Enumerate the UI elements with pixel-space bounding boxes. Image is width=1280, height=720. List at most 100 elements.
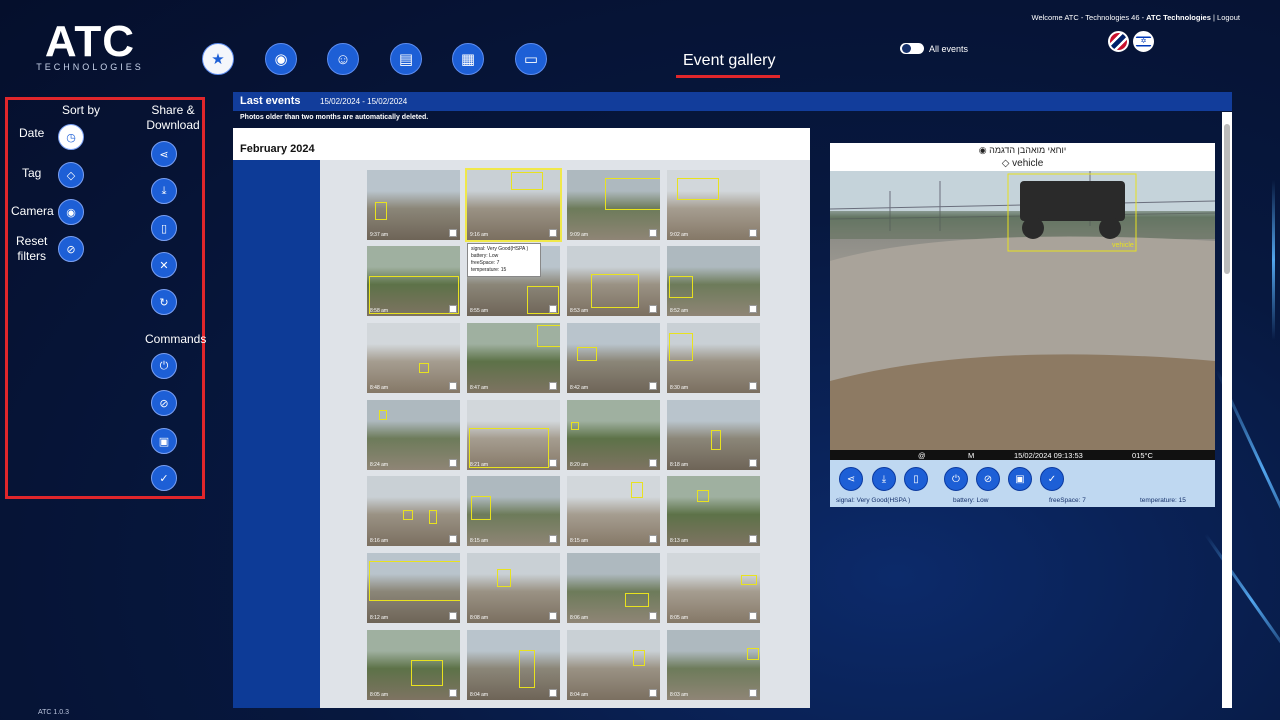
thumbnail-checkbox[interactable] xyxy=(549,535,557,543)
thumbnail-checkbox[interactable] xyxy=(449,535,457,543)
viewer-share-icon[interactable]: ⋖ xyxy=(839,467,863,491)
event-thumbnail[interactable]: 8:03 am xyxy=(667,630,760,700)
page-scrollbar[interactable] xyxy=(1222,112,1232,708)
viewer-download-icon[interactable]: ⤓ xyxy=(872,467,896,491)
event-photo[interactable]: vehicle xyxy=(830,171,1215,460)
israel-flag-icon[interactable]: ✡ xyxy=(1133,31,1154,52)
download-icon[interactable]: ⤓ xyxy=(151,178,177,204)
viewer-toolbar: ⋖ ⤓ ▯ ⏻ ⊘ ▣ ✓ signal: Very Good(HSPA ) b… xyxy=(830,460,1215,507)
event-thumbnail[interactable]: 8:52 am xyxy=(667,246,760,316)
thumbnail-checkbox[interactable] xyxy=(549,612,557,620)
event-thumbnail[interactable]: 8:05 am xyxy=(367,630,460,700)
reset-filters-icon[interactable]: ⊘ xyxy=(58,236,84,262)
thumbnail-checkbox[interactable] xyxy=(749,612,757,620)
detection-box xyxy=(419,363,429,373)
event-thumbnail[interactable]: 9:02 am xyxy=(667,170,760,240)
event-thumbnail[interactable]: 8:48 am xyxy=(367,323,460,393)
thumbnail-checkbox[interactable] xyxy=(449,305,457,313)
thumbnail-checkbox[interactable] xyxy=(549,382,557,390)
thumbnail-checkbox[interactable] xyxy=(549,459,557,467)
all-events-label: All events xyxy=(929,44,969,54)
event-thumbnail[interactable]: 8:15 am xyxy=(567,476,660,546)
power-icon[interactable]: ⏻ xyxy=(151,353,177,379)
detection-box xyxy=(369,561,460,601)
logout-link[interactable]: Logout xyxy=(1217,13,1240,22)
calendar-star-icon[interactable]: ★ xyxy=(202,43,234,75)
thumbnail-checkbox[interactable] xyxy=(549,305,557,313)
gallery-panel: February 2024 9:37 am 9:16 am 9:09 am 9:02 … xyxy=(233,128,810,708)
event-thumbnail[interactable]: 8:47 am xyxy=(467,323,560,393)
viewer-power-off-icon[interactable]: ⊘ xyxy=(976,467,1000,491)
event-thumbnail[interactable]: 8:13 am xyxy=(667,476,760,546)
thumbnail-checkbox[interactable] xyxy=(449,229,457,237)
thumbnail-checkbox[interactable] xyxy=(649,535,657,543)
thumbnail-checkbox[interactable] xyxy=(449,689,457,697)
thumbnail-checkbox[interactable] xyxy=(649,612,657,620)
photo-scene: vehicle xyxy=(830,171,1215,460)
event-thumbnail[interactable]: 9:09 am xyxy=(567,170,660,240)
event-thumbnail[interactable]: 8:08 am xyxy=(467,553,560,623)
thumbnail-checkbox[interactable] xyxy=(749,535,757,543)
tooltip-freespace: freeSpace: 7 xyxy=(471,260,500,266)
event-thumbnail[interactable]: 8:06 am xyxy=(567,553,660,623)
event-thumbnail[interactable]: 8:58 am xyxy=(367,246,460,316)
thumbnail-checkbox[interactable] xyxy=(649,305,657,313)
english-flag-icon[interactable] xyxy=(1108,31,1129,52)
thumbnail-checkbox[interactable] xyxy=(549,689,557,697)
power-off-icon[interactable]: ⊘ xyxy=(151,390,177,416)
thumbnail-checkbox[interactable] xyxy=(449,612,457,620)
viewer-pdf-icon[interactable]: ▯ xyxy=(904,467,928,491)
qr-grid-icon[interactable]: ▦ xyxy=(452,43,484,75)
camera-card-icon[interactable]: ▣ xyxy=(151,428,177,454)
viewer-camera-card-icon[interactable]: ▣ xyxy=(1008,467,1032,491)
event-thumbnail[interactable]: 8:15 am xyxy=(467,476,560,546)
camera-icon[interactable]: ◉ xyxy=(265,43,297,75)
viewer-shield-icon[interactable]: ✓ xyxy=(1040,467,1064,491)
share-icon[interactable]: ⋖ xyxy=(151,141,177,167)
event-thumbnail[interactable]: 8:04 am xyxy=(467,630,560,700)
event-thumbnail[interactable]: 8:05 am xyxy=(667,553,760,623)
thumbnail-checkbox[interactable] xyxy=(749,689,757,697)
thumbnail-checkbox[interactable] xyxy=(649,229,657,237)
viewer-camera-name: ◉ יוחאי מואהבן הדגמה xyxy=(830,145,1215,156)
stamp-temperature: 015°C xyxy=(1132,451,1153,460)
thumbnail-checkbox[interactable] xyxy=(649,459,657,467)
refresh-icon[interactable]: ↻ xyxy=(151,289,177,315)
shield-check-icon[interactable]: ✓ xyxy=(151,465,177,491)
thumbnail-checkbox[interactable] xyxy=(749,305,757,313)
scrollbar-thumb[interactable] xyxy=(1224,124,1230,274)
user-gear-icon[interactable]: ☺ xyxy=(327,43,359,75)
thumbnail-checkbox[interactable] xyxy=(449,382,457,390)
detection-box xyxy=(697,490,709,502)
event-thumbnail[interactable]: 8:21 am xyxy=(467,400,560,470)
tag-icon[interactable]: ◇ xyxy=(58,162,84,188)
credit-card-icon[interactable]: ▭ xyxy=(515,43,547,75)
thumbnail-checkbox[interactable] xyxy=(649,382,657,390)
event-thumbnail[interactable]: 8:53 am xyxy=(567,246,660,316)
event-thumbnail[interactable]: 8:16 am xyxy=(367,476,460,546)
event-thumbnail[interactable]: 9:16 am xyxy=(465,168,562,242)
event-thumbnail[interactable]: 8:24 am xyxy=(367,400,460,470)
trash-icon[interactable]: ✕ xyxy=(151,252,177,278)
event-thumbnail[interactable]: 8:12 am xyxy=(367,553,460,623)
event-thumbnail[interactable]: 8:42 am xyxy=(567,323,660,393)
camera-filter-icon[interactable]: ◉ xyxy=(58,199,84,225)
thumbnail-checkbox[interactable] xyxy=(649,689,657,697)
event-thumbnail[interactable]: 8:20 am xyxy=(567,400,660,470)
viewer-temperature: temperature: 15 xyxy=(1140,497,1186,504)
event-thumbnail[interactable]: 8:04 am xyxy=(567,630,660,700)
viewer-power-icon[interactable]: ⏻ xyxy=(944,467,968,491)
thumbnail-checkbox[interactable] xyxy=(749,229,757,237)
event-thumbnail[interactable]: 8:30 am xyxy=(667,323,760,393)
thumbnail-checkbox[interactable] xyxy=(549,229,557,237)
pdf-icon[interactable]: ▯ xyxy=(151,215,177,241)
thumbnail-checkbox[interactable] xyxy=(749,459,757,467)
event-thumbnail[interactable]: 9:37 am xyxy=(367,170,460,240)
thumbnail-checkbox[interactable] xyxy=(749,382,757,390)
thumbnail-time: 8:05 am xyxy=(670,615,689,621)
sort-date-button[interactable]: ◷ xyxy=(58,124,84,150)
thumbnail-checkbox[interactable] xyxy=(449,459,457,467)
all-events-toggle[interactable] xyxy=(900,43,924,54)
event-thumbnail[interactable]: 8:18 am xyxy=(667,400,760,470)
id-card-icon[interactable]: ▤ xyxy=(390,43,422,75)
